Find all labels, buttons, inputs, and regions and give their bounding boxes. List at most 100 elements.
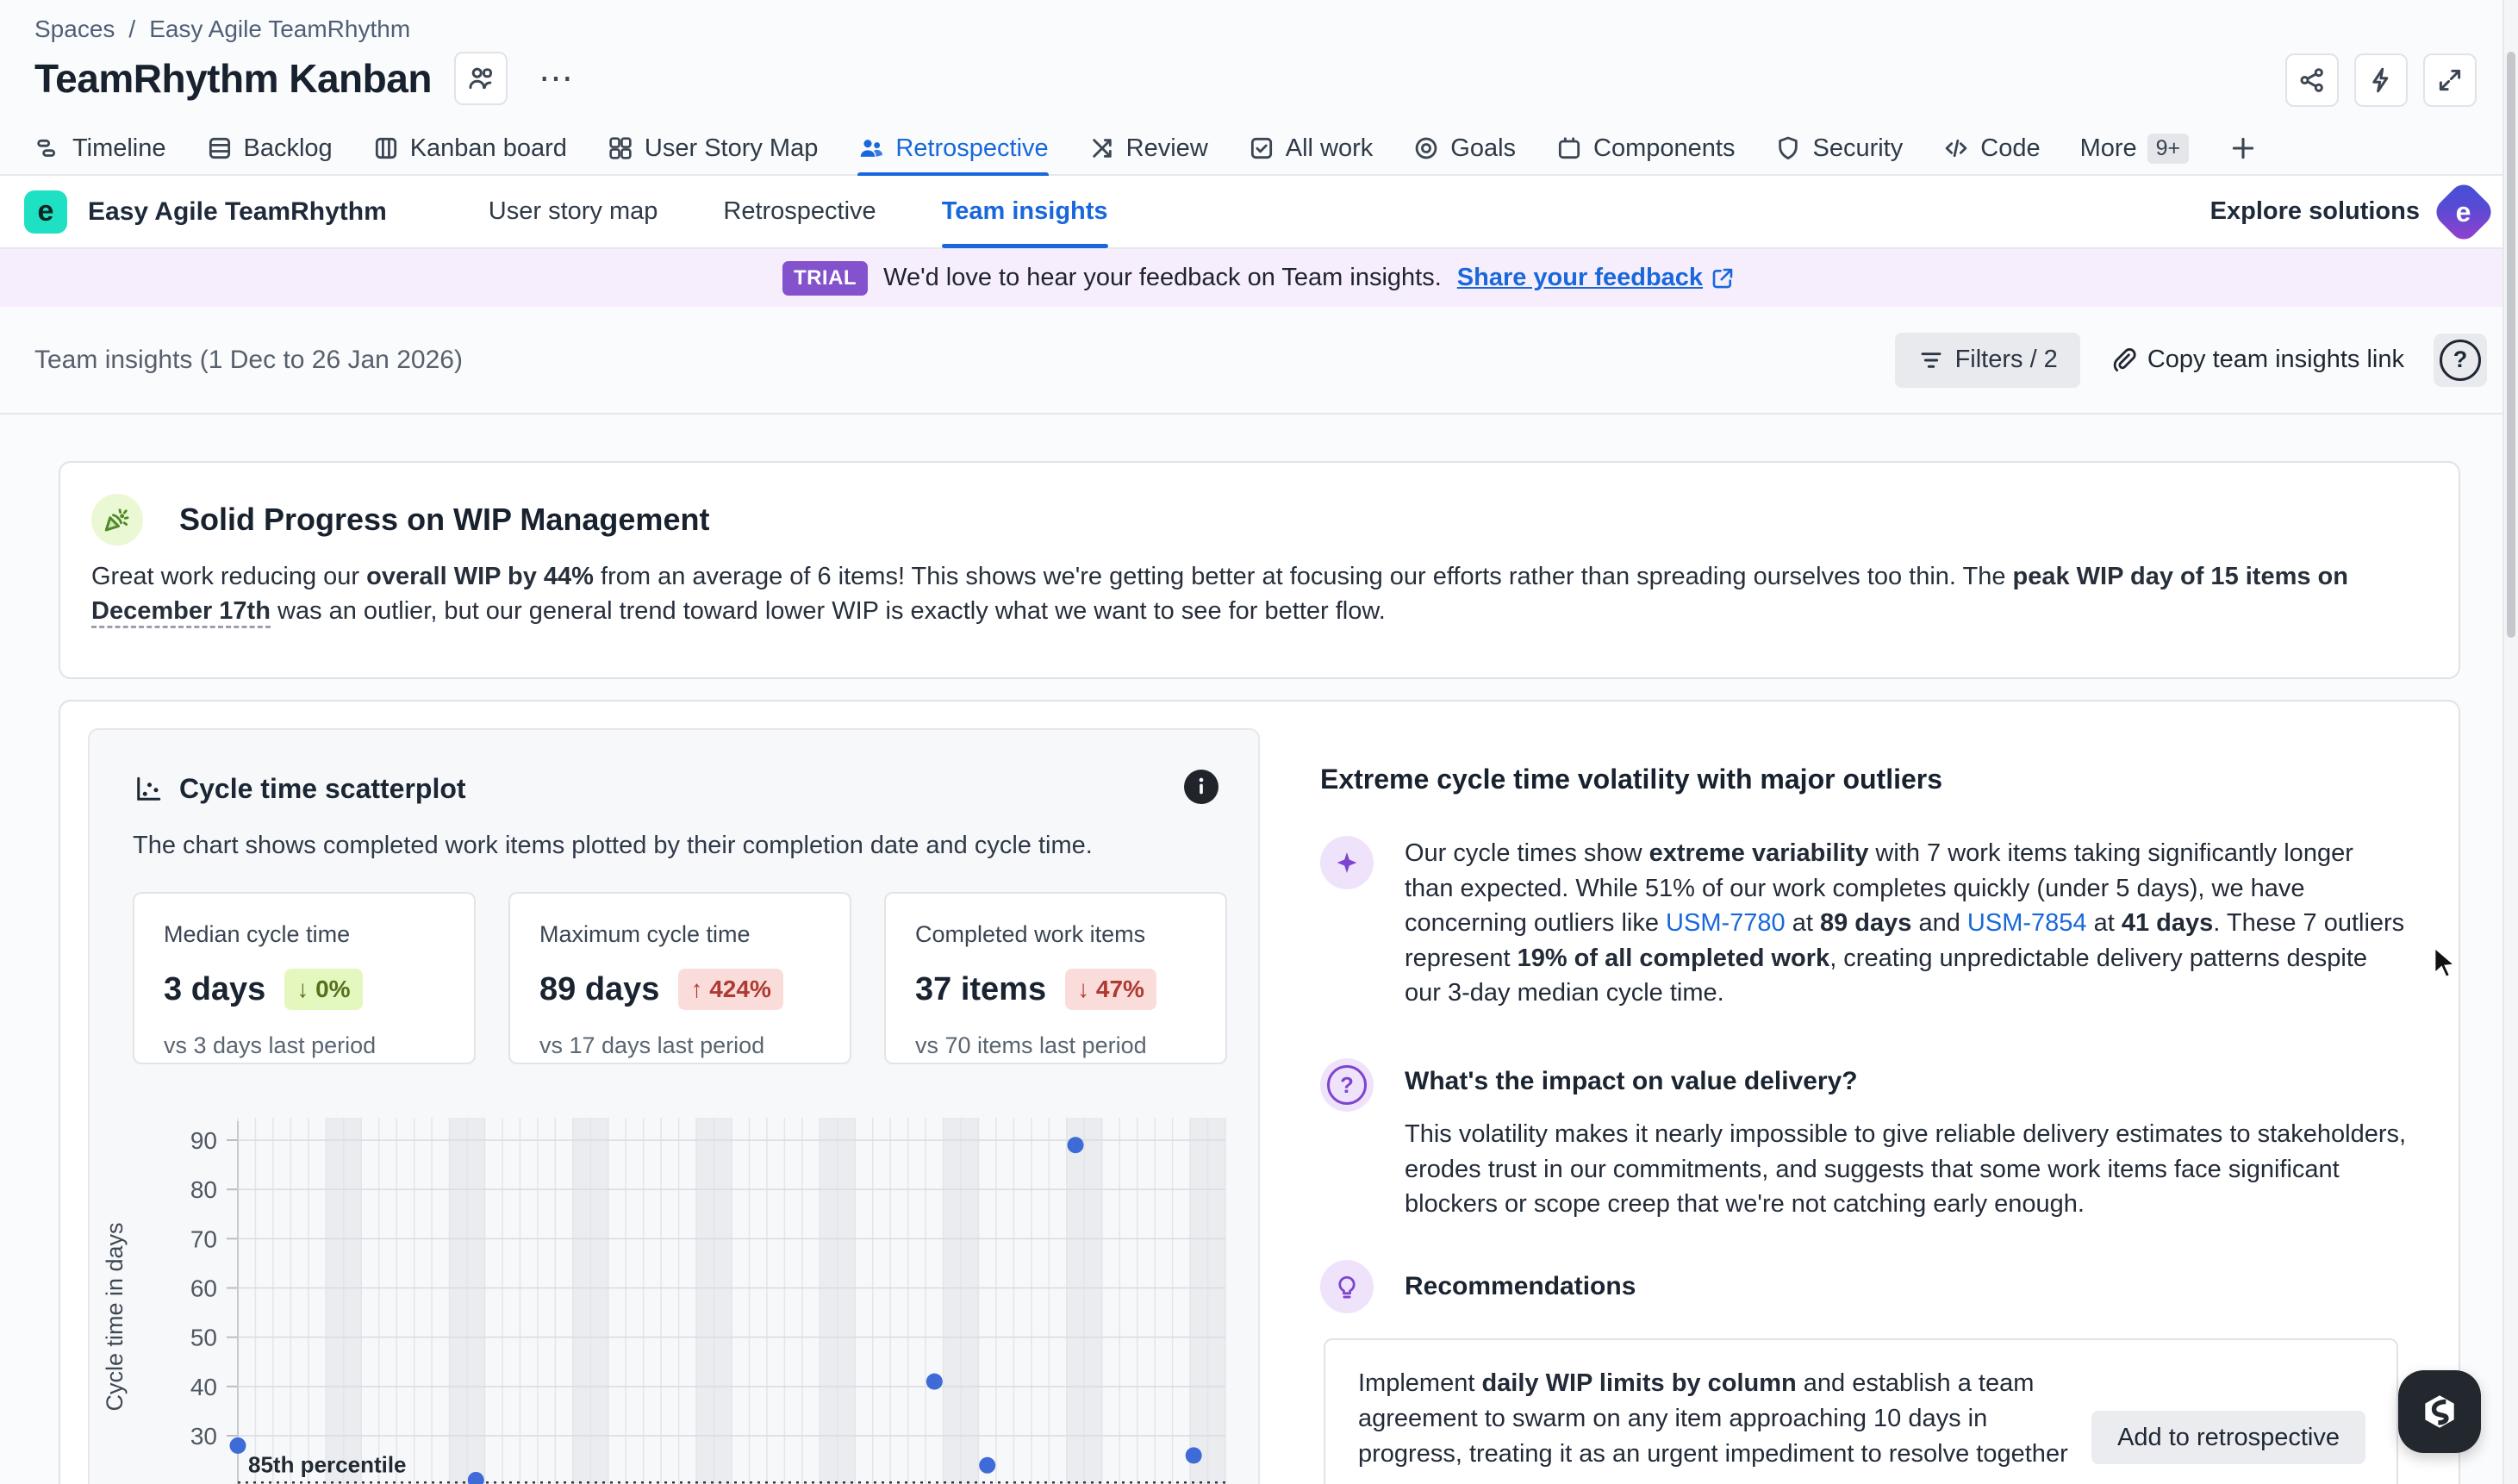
all-work-icon xyxy=(1248,134,1275,162)
fullscreen-button[interactable] xyxy=(2423,53,2477,107)
svg-text:70: 70 xyxy=(190,1225,217,1252)
add-to-retrospective-button[interactable]: Add to retrospective xyxy=(2091,1411,2365,1464)
easy-agile-logo: e xyxy=(24,190,67,234)
components-icon xyxy=(1555,134,1583,162)
stat-value: 3 days xyxy=(164,971,265,1008)
stat-cards: Median cycle time 3 days ↓ 0% vs 3 days … xyxy=(133,892,1227,1064)
breadcrumb-separator: / xyxy=(128,16,135,43)
hexagon-logo-icon xyxy=(2418,1390,2461,1433)
tab-goals[interactable]: Goals xyxy=(1412,121,1516,176)
backlog-icon xyxy=(206,134,234,162)
expand-icon xyxy=(2435,65,2465,95)
people-icon xyxy=(466,64,495,93)
breadcrumb: Spaces / Easy Agile TeamRhythm xyxy=(34,16,410,43)
svg-text:30: 30 xyxy=(190,1423,217,1450)
external-link-icon xyxy=(1710,265,1736,291)
breadcrumb-spaces[interactable]: Spaces xyxy=(34,16,115,43)
review-icon xyxy=(1088,134,1116,162)
question-mark-icon: ? xyxy=(1327,1065,1367,1105)
title-more-button[interactable]: ⋯ xyxy=(530,52,583,105)
plus-icon xyxy=(2228,134,2258,163)
stat-maximum-cycle-time: Maximum cycle time 89 days ↑ 424% vs 17 … xyxy=(508,892,851,1064)
info-icon xyxy=(1184,770,1218,804)
tab-components[interactable]: Components xyxy=(1555,121,1735,176)
subnav-retrospective[interactable]: Retrospective xyxy=(723,175,876,248)
recommendations-icon-circle xyxy=(1320,1260,1374,1313)
code-icon xyxy=(1942,134,1970,162)
scatterplot-panel: Cycle time scatterplot The chart shows c… xyxy=(88,728,1260,1484)
stat-value: 37 items xyxy=(915,971,1046,1008)
breadcrumb-project[interactable]: Easy Agile TeamRhythm xyxy=(149,16,410,43)
kanban-board-icon xyxy=(372,134,400,162)
svg-text:85th percentile: 85th percentile xyxy=(248,1451,407,1477)
stat-completed-work-items: Completed work items 37 items ↓ 47% vs 7… xyxy=(884,892,1227,1064)
scatterplot-description: The chart shows completed work items plo… xyxy=(133,832,1093,860)
sparkle-icon xyxy=(1332,848,1362,877)
subnav-user-story-map[interactable]: User story map xyxy=(489,175,658,248)
info-button[interactable] xyxy=(1184,770,1218,804)
delta-badge: ↑ 424% xyxy=(678,969,782,1010)
tab-code[interactable]: Code xyxy=(1942,121,2040,176)
impact-text: This volatility makes it nearly impossib… xyxy=(1405,1117,2409,1222)
team-insights-page: Spaces / Easy Agile TeamRhythm TeamRhyth… xyxy=(0,0,2518,1484)
trial-banner: TRIAL We'd love to hear your feedback on… xyxy=(0,249,2518,307)
impact-icon-circle: ? xyxy=(1320,1058,1374,1112)
impact-heading: What's the impact on value delivery? xyxy=(1405,1067,1858,1096)
copy-insights-link-button[interactable]: Copy team insights link xyxy=(2103,346,2411,374)
delta-badge: ↓ 47% xyxy=(1065,969,1156,1010)
delta-badge: ↓ 0% xyxy=(284,969,362,1010)
share-icon xyxy=(2297,65,2327,95)
page-title: TeamRhythm Kanban xyxy=(34,55,432,102)
stat-median-cycle-time: Median cycle time 3 days ↓ 0% vs 3 days … xyxy=(133,892,476,1064)
svg-text:40: 40 xyxy=(190,1374,217,1400)
story-map-icon xyxy=(607,134,634,162)
scatter-chart-icon xyxy=(133,774,164,805)
tab-kanban-board[interactable]: Kanban board xyxy=(372,121,567,176)
wip-card-body: Great work reducing our overall WIP by 4… xyxy=(91,559,2435,628)
tab-retrospective[interactable]: Retrospective xyxy=(857,121,1048,176)
timeline-icon xyxy=(34,134,62,162)
project-tabbar: Timeline Backlog Kanban board User Story… xyxy=(0,121,2518,176)
trial-message: We'd love to hear your feedback on Team … xyxy=(883,264,1442,292)
tab-security[interactable]: Security xyxy=(1774,121,1903,176)
board-members-button[interactable] xyxy=(454,52,508,105)
lightning-icon xyxy=(2366,65,2396,95)
retrospective-icon xyxy=(857,134,885,162)
automation-button[interactable] xyxy=(2354,53,2408,107)
tab-review[interactable]: Review xyxy=(1088,121,1208,176)
scrollbar-thumb[interactable] xyxy=(2507,52,2515,638)
tab-more[interactable]: More 9+ xyxy=(2080,121,2190,176)
observation-icon-circle xyxy=(1320,836,1374,889)
tab-all-work[interactable]: All work xyxy=(1248,121,1374,176)
add-tab-button[interactable] xyxy=(2228,121,2258,176)
lightbulb-icon xyxy=(1332,1272,1362,1301)
stat-value: 89 days xyxy=(539,971,659,1008)
filters-button[interactable]: Filters / 2 xyxy=(1895,333,2080,388)
cycle-time-scatter-chart[interactable]: 3040506070809085th percentileCycle time … xyxy=(107,1106,1253,1484)
insights-header-row: Team insights (1 Dec to 26 Jan 2026) Fil… xyxy=(0,307,2518,415)
svg-text:60: 60 xyxy=(190,1275,217,1302)
svg-text:90: 90 xyxy=(190,1127,217,1154)
tab-backlog[interactable]: Backlog xyxy=(206,121,333,176)
tab-timeline[interactable]: Timeline xyxy=(34,121,166,176)
filter-icon xyxy=(1917,346,1945,374)
more-count-badge: 9+ xyxy=(2147,134,2190,164)
svg-text:80: 80 xyxy=(190,1176,217,1203)
app-subnav: e Easy Agile TeamRhythm User story map R… xyxy=(0,176,2518,249)
app-name: Easy Agile TeamRhythm xyxy=(88,197,387,227)
help-button[interactable]: ? xyxy=(2434,334,2487,387)
cycle-time-insight-card: Cycle time scatterplot The chart shows c… xyxy=(59,700,2460,1484)
share-button[interactable] xyxy=(2285,53,2339,107)
subnav-team-insights[interactable]: Team insights xyxy=(942,175,1108,248)
explore-solutions-link[interactable]: Explore solutions xyxy=(2210,197,2420,226)
tab-user-story-map[interactable]: User Story Map xyxy=(607,121,818,176)
recommendation-card: Implement daily WIP limits by column and… xyxy=(1324,1338,2398,1484)
scrollbar-track[interactable] xyxy=(2502,0,2518,1484)
header-actions xyxy=(2285,53,2477,107)
wip-card-title: Solid Progress on WIP Management xyxy=(179,502,709,538)
easy-agile-brand-logo[interactable]: e xyxy=(2431,178,2496,244)
question-icon: ? xyxy=(2440,340,2481,381)
share-feedback-link[interactable]: Share your feedback xyxy=(1457,264,1736,292)
floating-assistant-button[interactable] xyxy=(2398,1370,2481,1453)
goals-icon xyxy=(1412,134,1440,162)
